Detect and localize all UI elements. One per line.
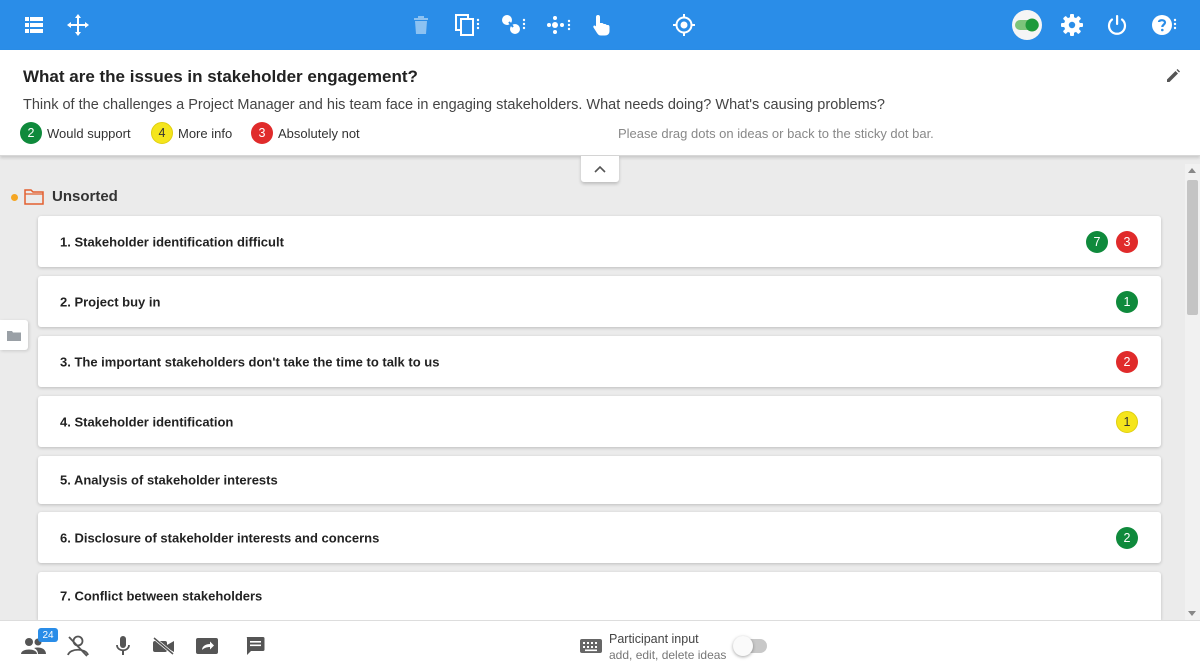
yellow-dot[interactable]: 4 (151, 122, 173, 144)
chevron-up-icon (594, 165, 606, 173)
question-description: Think of the challenges a Project Manage… (23, 97, 885, 113)
vote-dot[interactable]: 3 (1116, 230, 1138, 253)
legend-label: More info (178, 125, 233, 141)
red-dot[interactable]: 3 (251, 122, 273, 144)
folder-icon[interactable] (24, 188, 44, 210)
idea-dots: 2 (1116, 350, 1138, 373)
group-status-dot (11, 194, 18, 201)
scroll-down-arrow-icon[interactable] (1188, 611, 1196, 616)
screen-share-icon[interactable] (194, 633, 220, 659)
idea-card[interactable]: 3. The important stakeholders don't take… (38, 336, 1161, 387)
participant-input-label: Participant input (609, 632, 699, 646)
top-toolbar (0, 0, 1200, 50)
side-folder-button[interactable] (0, 320, 28, 350)
idea-dots: 1 (1116, 290, 1138, 313)
idea-text: 3. The important stakeholders don't take… (60, 354, 440, 369)
list-view-icon[interactable] (17, 8, 51, 42)
delete-icon[interactable] (404, 8, 438, 42)
idea-card[interactable]: 6. Disclosure of stakeholder interests a… (38, 512, 1161, 563)
folder-icon (7, 330, 21, 341)
vote-dot[interactable]: 1 (1116, 290, 1138, 313)
video-off-icon[interactable] (151, 633, 177, 659)
collapse-header-button[interactable] (581, 156, 619, 182)
green-dot[interactable]: 2 (20, 122, 42, 144)
copy-icon[interactable] (451, 8, 485, 42)
idea-card[interactable]: 2. Project buy in 1 (38, 276, 1161, 327)
legend-absolutely-not[interactable]: 3 Absolutely not (251, 122, 360, 144)
idea-text: 7. Conflict between stakeholders (60, 588, 263, 604)
edit-icon[interactable] (1166, 69, 1182, 85)
keyboard-icon (578, 633, 604, 659)
group-title: Unsorted (52, 188, 118, 205)
legend-would-support[interactable]: 2 Would support (20, 122, 131, 144)
scroll-up-arrow-icon[interactable] (1188, 168, 1196, 173)
idea-text: 5. Analysis of stakeholder interests (60, 472, 278, 488)
idea-text: 1. Stakeholder identification difficult (60, 234, 284, 249)
chat-icon[interactable] (242, 633, 268, 659)
power-icon[interactable] (1100, 8, 1134, 42)
drag-hint: Please drag dots on ideas or back to the… (618, 126, 934, 141)
microphone-icon[interactable] (110, 633, 136, 659)
participant-input-sublabel: add, edit, delete ideas (609, 648, 727, 662)
help-icon[interactable] (1148, 8, 1182, 42)
idea-card[interactable]: 1. Stakeholder identification difficult … (38, 216, 1161, 267)
idea-dots: 2 (1116, 526, 1138, 549)
idea-text: 4. Stakeholder identification (60, 414, 234, 429)
participant-count-badge: 24 (38, 628, 58, 642)
remove-user-icon[interactable] (65, 633, 91, 659)
dots-icon[interactable] (542, 8, 576, 42)
question-header: What are the issues in stakeholder engag… (0, 50, 1200, 156)
idea-dots: 1 (1116, 410, 1138, 433)
gear-icon[interactable] (1055, 8, 1089, 42)
toggle-knob (733, 636, 753, 656)
idea-text: 2. Project buy in (60, 294, 161, 309)
legend-label: Would support (47, 125, 131, 141)
idea-text: 6. Disclosure of stakeholder interests a… (60, 530, 380, 545)
vertical-scrollbar[interactable] (1185, 164, 1200, 620)
vote-dot[interactable]: 1 (1116, 410, 1138, 433)
hand-pointer-icon[interactable] (584, 8, 618, 42)
bottom-toolbar: 24 Participant input add, edit, delete i… (0, 620, 1200, 672)
idea-card[interactable]: 7. Conflict between stakeholders (38, 572, 1161, 620)
idea-dots: 7 3 (1086, 230, 1138, 253)
question-title: What are the issues in stakeholder engag… (23, 67, 418, 86)
vote-dot[interactable]: 2 (1116, 526, 1138, 549)
target-icon[interactable] (667, 8, 701, 42)
legend-label: Absolutely not (278, 125, 360, 141)
vote-dot[interactable]: 2 (1116, 350, 1138, 373)
participant-input-toggle[interactable] (733, 636, 767, 656)
move-icon[interactable] (61, 8, 95, 42)
idea-card[interactable]: 4. Stakeholder identification 1 (38, 396, 1161, 447)
idea-card[interactable]: 5. Analysis of stakeholder interests (38, 456, 1161, 504)
link-icon[interactable] (497, 8, 531, 42)
toggle-icon[interactable] (1009, 8, 1045, 42)
scrollbar-thumb[interactable] (1187, 180, 1198, 315)
legend-more-info[interactable]: 4 More info (151, 122, 232, 144)
vote-dot[interactable]: 7 (1086, 230, 1108, 253)
